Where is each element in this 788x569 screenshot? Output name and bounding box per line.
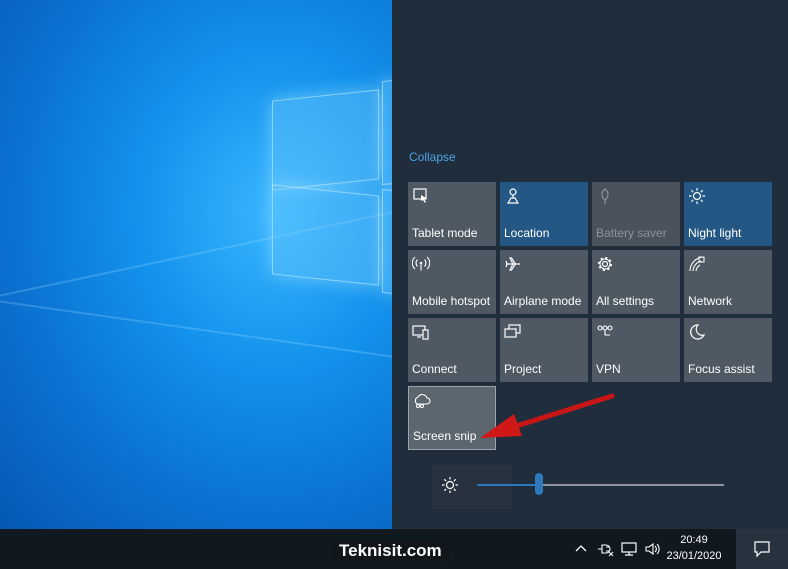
tile-tablet-mode[interactable]: Tablet mode — [408, 182, 496, 246]
tile-label: Tablet mode — [412, 226, 478, 240]
watermark-text: Teknisit.com — [331, 540, 450, 562]
moon-icon — [690, 324, 706, 340]
tile-project[interactable]: Project — [500, 318, 588, 382]
sun-icon — [442, 477, 458, 493]
mobile-hotspot-icon — [412, 256, 430, 271]
tile-label: Project — [504, 362, 542, 376]
tablet-mode-icon — [413, 188, 427, 203]
tile-vpn[interactable]: VPN — [592, 318, 680, 382]
chevron-up-icon[interactable] — [572, 540, 590, 558]
brightness-slider-thumb[interactable] — [534, 473, 543, 495]
annotation-arrow — [480, 393, 615, 438]
tile-label: Network — [688, 294, 733, 308]
tile-airplane-mode[interactable]: Airplane mode — [500, 250, 588, 314]
brightness-slider-fill — [477, 484, 539, 486]
connect-icon — [412, 325, 429, 340]
vpn-icon — [597, 325, 613, 336]
power-plug-icon[interactable] — [596, 540, 614, 558]
tile-label: Connect — [412, 362, 457, 376]
tile-night-light[interactable]: Night light — [684, 182, 772, 246]
location-icon — [506, 188, 520, 204]
brightness-slider[interactable] — [477, 484, 724, 486]
project-icon — [504, 324, 521, 338]
volume-icon[interactable] — [644, 540, 662, 558]
tile-network[interactable]: Network — [684, 250, 772, 314]
gear-icon — [598, 257, 612, 271]
tile-mobile-hotspot[interactable]: Mobile hotspot — [408, 250, 496, 314]
tile-all-settings[interactable]: All settings — [592, 250, 680, 314]
tile-focus-assist[interactable]: Focus assist — [684, 318, 772, 382]
taskbar-clock[interactable]: 20:49 23/01/2020 — [664, 532, 724, 564]
clock-time: 20:49 — [680, 534, 708, 546]
collapse-link[interactable]: Collapse — [409, 150, 456, 164]
tile-location[interactable]: Location — [500, 182, 588, 246]
desktop-wallpaper — [0, 0, 392, 529]
battery-saver-icon — [601, 188, 609, 204]
tile-label: All settings — [596, 294, 655, 308]
screen-snip-icon — [414, 394, 431, 408]
tile-label: Battery saver — [596, 226, 667, 240]
tile-label: Screen snip — [413, 429, 477, 443]
airplane-icon — [505, 257, 520, 271]
notification-button[interactable] — [736, 529, 788, 569]
night-light-icon — [689, 188, 705, 204]
tile-label: Night light — [688, 226, 742, 240]
tile-label: Focus assist — [688, 362, 755, 376]
network-icon — [689, 256, 705, 272]
notification-icon — [754, 541, 770, 558]
tile-battery-saver[interactable]: Battery saver — [592, 182, 680, 246]
network-monitor-icon[interactable] — [620, 540, 638, 558]
tile-label: Location — [504, 226, 550, 240]
tile-label: Airplane mode — [504, 294, 582, 308]
tile-connect[interactable]: Connect — [408, 318, 496, 382]
tile-label: VPN — [596, 362, 621, 376]
tile-label: Mobile hotspot — [412, 294, 491, 308]
clock-date: 23/01/2020 — [666, 550, 722, 562]
